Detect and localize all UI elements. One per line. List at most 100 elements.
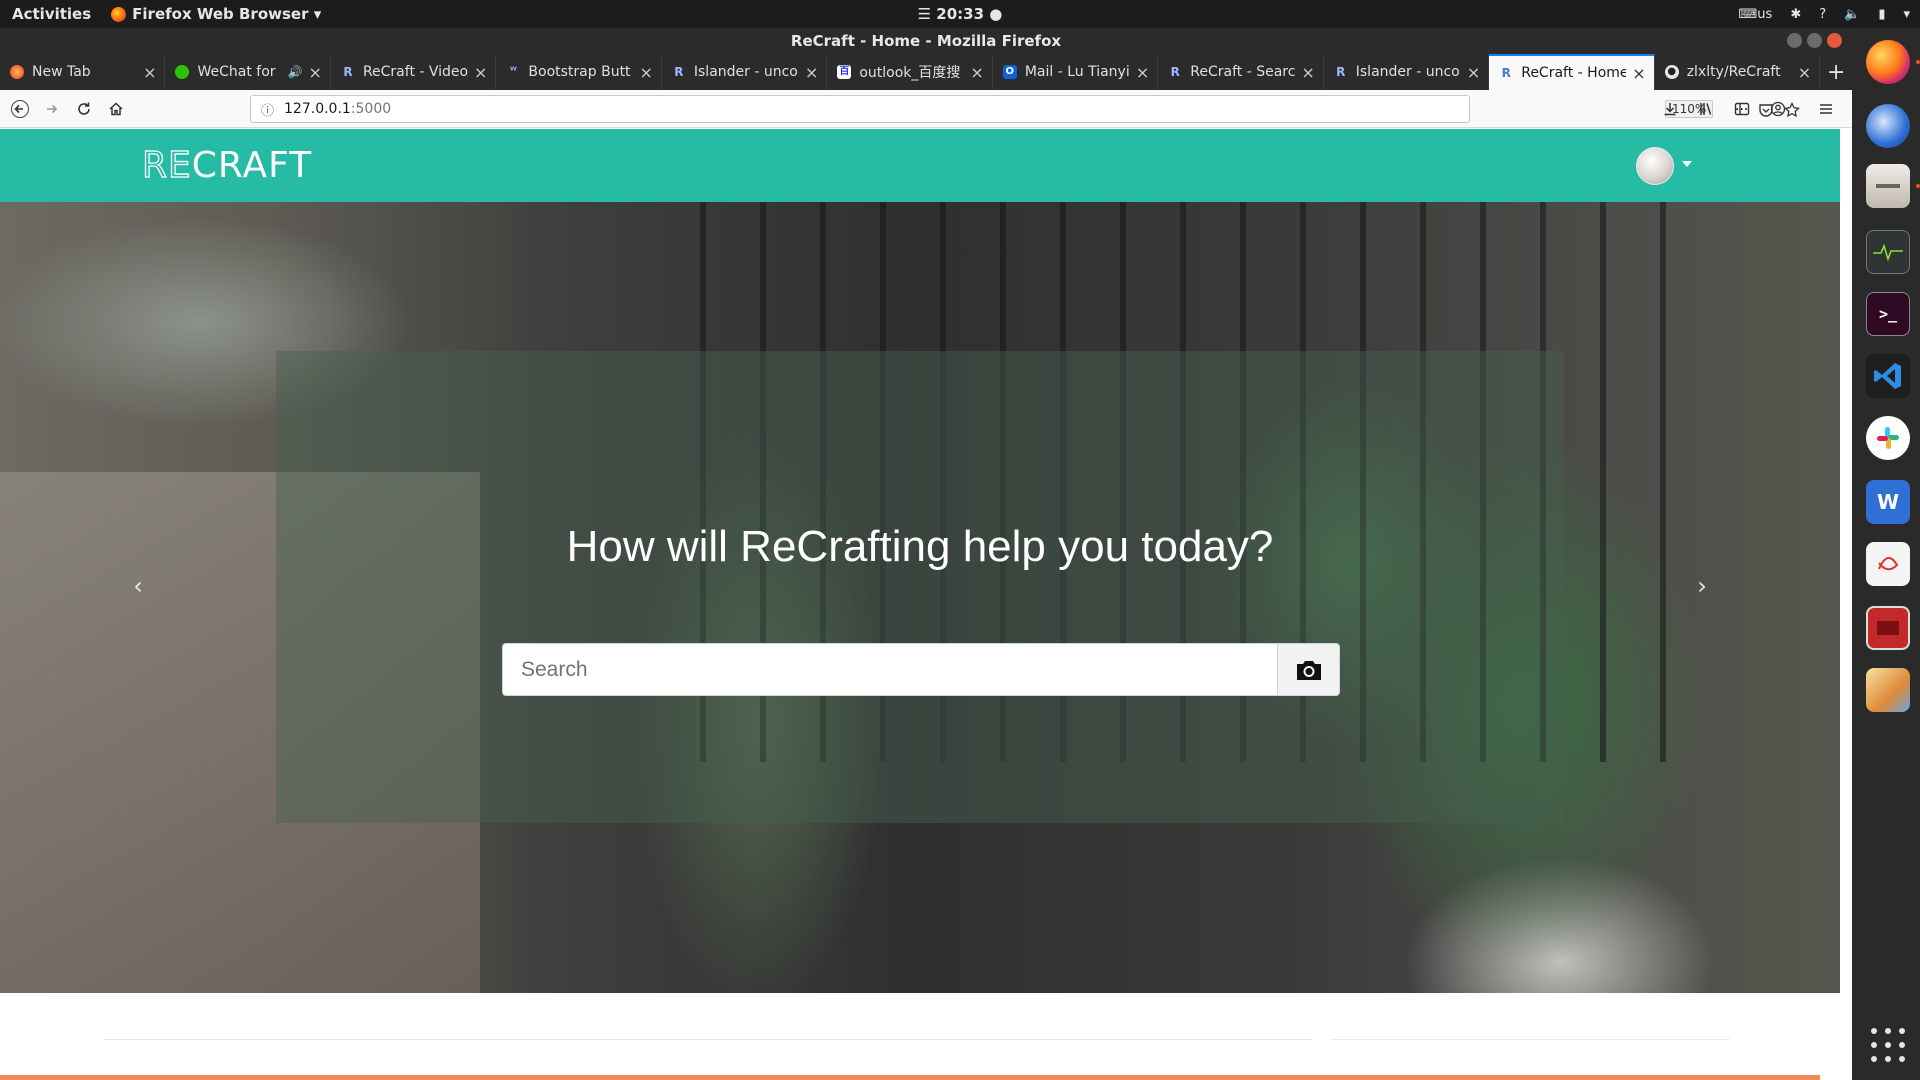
arrow-right-icon [47,104,58,113]
close-icon[interactable]: × [639,63,652,82]
clock[interactable]: ☰ 20:33 ● [918,5,1003,23]
tab-new-tab[interactable]: New Tab × [0,54,166,90]
search-group [502,643,1340,696]
home-icon [109,101,123,115]
web-page-viewport: RECRAFT How will ReCrafting help you tod… [0,129,1840,1080]
tab-outlook-baidu[interactable]: 百 outlook_百度搜 × [827,54,993,90]
close-icon[interactable]: × [1798,63,1811,82]
vscode-icon[interactable] [1866,354,1910,398]
account-button[interactable] [1762,93,1794,125]
close-icon[interactable]: × [1467,63,1480,82]
search-input[interactable] [502,643,1277,696]
hamburger-icon [1820,104,1832,114]
maximize-button[interactable] [1807,33,1822,48]
outlook-icon: O [1002,65,1017,79]
running-indicator [1916,60,1920,64]
keyboard-layout-indicator[interactable]: ⌨us [1739,7,1773,22]
baidu-icon: 百 [837,65,852,79]
tab-wechat[interactable]: WeChat for 🔊 × [165,54,331,90]
app-menu[interactable]: Firefox Web Browser ▾ [111,5,321,23]
system-tray[interactable]: ⌨us ✱ ? 🔈 ▮ ▾ [1739,7,1910,22]
toolbar-right [1654,93,1842,125]
recraft-logo[interactable]: RECRAFT [141,144,312,186]
speaker-icon[interactable]: 🔊 [288,65,303,79]
info-icon[interactable]: ⓘ [261,100,274,119]
sidebar-button[interactable] [1726,93,1758,125]
window-controls [1787,33,1842,48]
carousel-next-button[interactable]: › [1692,571,1712,601]
activities-button[interactable]: Activities [12,5,91,23]
close-icon[interactable]: × [309,63,322,82]
tab-github[interactable]: ● zlxlty/ReCraft × [1655,54,1821,90]
ubuntu-dock: >_ W [1852,28,1920,1080]
firefox-icon[interactable] [1866,40,1910,84]
avatar[interactable] [1636,147,1674,185]
terminal-icon[interactable]: >_ [1866,292,1910,336]
url-bar[interactable]: ⓘ 127.0.0.1:5000 110% ··· [250,95,1801,123]
carousel-prev-button[interactable]: ‹ [128,571,148,601]
tab-recraft-home[interactable]: R ReCraft - Home × [1489,54,1655,90]
reload-icon [78,102,90,115]
tab-label: Islander - uncon [1355,64,1461,80]
downloads-button[interactable] [1654,93,1686,125]
forward-button[interactable] [36,93,68,125]
chevron-down-icon[interactable] [1682,161,1692,167]
minimize-button[interactable] [1787,33,1802,48]
close-icon[interactable]: × [970,63,983,82]
show-applications-button[interactable] [1871,1028,1905,1062]
tab-label: ReCraft - Video [362,64,468,80]
r-icon: R [1501,66,1511,80]
github-icon: ● [1664,65,1679,79]
site-navbar: RECRAFT [0,129,1840,202]
accent-strip [0,1075,1820,1080]
image-viewer-icon[interactable] [1866,668,1910,712]
hero-overlay-panel [276,351,1564,823]
tab-label: Islander - uncon [693,64,799,80]
menu-button[interactable] [1810,93,1842,125]
tab-recraft-search[interactable]: R ReCraft - Searc × [1158,54,1324,90]
reload-button[interactable] [68,93,100,125]
download-icon [1664,103,1676,116]
hero-headline: How will ReCrafting help you today? [566,522,1274,571]
tab-label: ReCraft - Home [1521,65,1627,81]
close-icon[interactable]: × [1136,63,1149,82]
close-icon[interactable]: × [143,63,156,82]
close-icon[interactable]: × [1301,63,1314,82]
close-window-button[interactable] [1827,33,1842,48]
battery-icon[interactable]: ▮ [1878,7,1885,22]
tab-mail[interactable]: O Mail - Lu Tianyi × [993,54,1159,90]
tab-label: New Tab [32,64,91,80]
wps-pdf-icon[interactable] [1866,542,1910,586]
wps-writer-icon[interactable]: W [1866,480,1910,524]
thunderbird-icon[interactable] [1866,104,1910,148]
slack-icon[interactable] [1866,416,1910,460]
close-icon[interactable]: × [1632,64,1645,83]
close-icon[interactable]: × [805,63,818,82]
app-menu-label: Firefox Web Browser ▾ [132,5,322,23]
tab-label: zlxlty/ReCraft [1686,64,1781,80]
volume-icon[interactable]: 🔈 [1844,7,1860,22]
new-tab-button[interactable]: + [1820,54,1852,90]
library-button[interactable] [1690,93,1722,125]
r-icon: R [343,65,353,79]
home-button[interactable] [100,93,132,125]
files-icon[interactable] [1866,164,1910,208]
image-search-button[interactable] [1277,643,1340,696]
wps-presentation-icon[interactable] [1866,606,1910,650]
tab-islander-1[interactable]: R Islander - uncon × [662,54,828,90]
help-icon[interactable]: ? [1819,7,1826,22]
running-indicator [1916,184,1920,188]
system-monitor-icon[interactable] [1866,230,1910,274]
close-icon[interactable]: × [474,63,487,82]
wechat-icon [175,65,190,79]
back-button[interactable] [4,93,36,125]
navigation-toolbar: ⓘ 127.0.0.1:5000 110% ··· [0,90,1852,128]
tab-bootstrap[interactable]: ᵂ Bootstrap Butt × [496,54,662,90]
url-host: 127.0.0.1 [284,101,351,117]
tab-label: Mail - Lu Tianyi [1024,64,1130,80]
network-icon[interactable]: ✱ [1790,7,1801,22]
tab-label: outlook_百度搜 [859,65,961,81]
chevron-down-icon[interactable]: ▾ [1903,7,1910,22]
tab-islander-2[interactable]: R Islander - uncon × [1324,54,1490,90]
tab-recraft-video[interactable]: R ReCraft - Video × [331,54,497,90]
